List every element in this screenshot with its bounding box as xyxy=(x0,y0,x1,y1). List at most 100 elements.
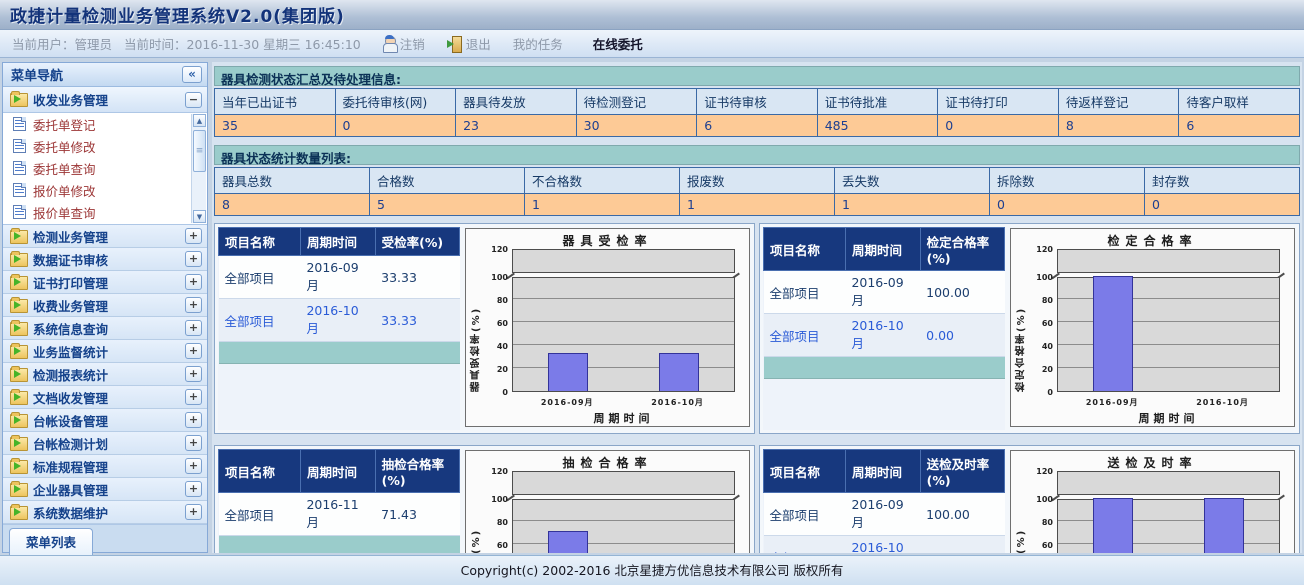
expand-section-button[interactable]: + xyxy=(185,343,202,359)
summary-value-cell: 6 xyxy=(697,115,818,137)
expand-section-button[interactable]: + xyxy=(185,251,202,267)
chart-plot-area xyxy=(1057,499,1280,553)
sidebar: 菜单导航 « 收发业务管理 − 委托单登记委托单修改委托单查询报价单修改报价单查… xyxy=(2,62,208,553)
y-tick-label: 120 xyxy=(1019,467,1053,476)
scrollbar-thumb[interactable] xyxy=(193,130,206,172)
bar-chart: 检定合格率检定合格率(%)周期时间0204060801001202016-09月… xyxy=(1010,228,1295,427)
bar xyxy=(1093,276,1133,391)
folder-icon xyxy=(10,253,27,266)
sidebar-section-collapsed[interactable]: 标准规程管理+ xyxy=(3,455,207,478)
expand-section-button[interactable]: + xyxy=(185,504,202,520)
expand-section-button[interactable]: + xyxy=(185,458,202,474)
sidebar-submenu: 委托单登记委托单修改委托单查询报价单修改报价单查询 ▲ ▼ xyxy=(3,113,207,225)
my-tasks-button[interactable]: 我的任务 xyxy=(513,34,563,53)
sidebar-section-expanded[interactable]: 收发业务管理 − xyxy=(3,87,207,113)
table-row[interactable]: 全部项目2016-09月100.00 xyxy=(764,493,1005,536)
online-entrust-button[interactable]: 在线委托 xyxy=(593,34,643,53)
expand-section-button[interactable]: + xyxy=(185,412,202,428)
sidebar-section-collapsed[interactable]: 系统数据维护+ xyxy=(3,501,207,524)
sidebar-menu-item[interactable]: 委托单修改 xyxy=(3,135,207,157)
chart-x-axis-label: 周期时间 xyxy=(1057,410,1280,426)
expand-section-button[interactable]: + xyxy=(185,274,202,290)
sidebar-section-collapsed[interactable]: 检测报表统计+ xyxy=(3,363,207,386)
expand-section-button[interactable]: + xyxy=(185,481,202,497)
title-bar: 政捷计量检测业务管理系统V2.0(集团版) xyxy=(0,0,1304,30)
sidebar-section-collapsed[interactable]: 台帐设备管理+ xyxy=(3,409,207,432)
summary-column-header: 待返样登记 xyxy=(1058,89,1179,115)
summary-column-header: 证书待审核 xyxy=(697,89,818,115)
submenu-scrollbar[interactable]: ▲ ▼ xyxy=(191,114,206,223)
sidebar-section-collapsed[interactable]: 系统信息查询+ xyxy=(3,317,207,340)
sidebar-section-collapsed[interactable]: 台帐检测计划+ xyxy=(3,432,207,455)
chart-axis-break-band xyxy=(512,249,735,273)
sidebar-menu-item[interactable]: 委托单登记 xyxy=(3,113,207,135)
summary-value-cell: 30 xyxy=(576,115,697,137)
sidebar-menu-item-partial[interactable] xyxy=(3,223,207,225)
summary-value-cell: 8 xyxy=(1058,115,1179,137)
table-row[interactable]: 全部项目2016-10月100.00 xyxy=(764,536,1005,554)
sidebar-menu-item[interactable]: 报价单查询 xyxy=(3,201,207,223)
panel-column-header: 抽检合格率(%) xyxy=(375,450,459,493)
panel-table: 项目名称周期时间受检率(%)全部项目2016-09月33.33全部项目2016-… xyxy=(218,227,460,430)
scroll-down-icon[interactable]: ▼ xyxy=(193,210,206,223)
sidebar-collapse-button[interactable]: « xyxy=(182,66,202,83)
panel-column-header: 检定合格率(%) xyxy=(920,228,1004,271)
y-tick-label: 60 xyxy=(474,541,508,550)
chart-title: 检定合格率 xyxy=(1011,232,1294,249)
document-icon xyxy=(13,161,26,175)
sidebar-section-collapsed[interactable]: 数据证书审核+ xyxy=(3,248,207,271)
app-window: 政捷计量检测业务管理系统V2.0(集团版) 当前用户：管理员 当前时间：2016… xyxy=(0,0,1304,585)
expand-section-button[interactable]: + xyxy=(185,320,202,336)
scroll-up-icon[interactable]: ▲ xyxy=(193,114,206,127)
y-tick-label: 100 xyxy=(474,273,508,282)
summary-column-header: 证书待批准 xyxy=(817,89,938,115)
y-tick-label: 120 xyxy=(474,245,508,254)
exit-button[interactable]: 退出 xyxy=(447,34,491,53)
summary-column-header: 器具待发放 xyxy=(456,89,577,115)
sidebar-section-collapsed[interactable]: 检测业务管理+ xyxy=(3,225,207,248)
x-tick-label: 2016-10月 xyxy=(1166,397,1279,408)
table-row[interactable]: 全部项目2016-10月33.33 xyxy=(219,299,460,342)
copyright-text: Copyright(c) 2002-2016 北京星捷方优信息技术有限公司 版权… xyxy=(461,563,844,578)
folder-icon xyxy=(10,93,27,106)
y-tick-label: 20 xyxy=(474,365,508,374)
y-tick-label: 80 xyxy=(474,518,508,527)
sidebar-section-collapsed[interactable]: 证书打印管理+ xyxy=(3,271,207,294)
sidebar-section-collapsed[interactable]: 业务监督统计+ xyxy=(3,340,207,363)
folder-icon xyxy=(10,230,27,243)
menu-list-tab[interactable]: 菜单列表 xyxy=(9,528,93,555)
sidebar-section-collapsed[interactable]: 企业器具管理+ xyxy=(3,478,207,501)
folder-icon xyxy=(10,437,27,450)
y-tick-label: 0 xyxy=(474,388,508,397)
sidebar-section-collapsed[interactable]: 文档收发管理+ xyxy=(3,386,207,409)
sidebar-header: 菜单导航 « xyxy=(3,63,207,87)
sidebar-menu-item[interactable]: 委托单查询 xyxy=(3,157,207,179)
expand-section-button[interactable]: + xyxy=(185,297,202,313)
expand-section-button[interactable]: + xyxy=(185,389,202,405)
collapse-section-button[interactable]: − xyxy=(185,92,202,108)
expand-section-button[interactable]: + xyxy=(185,366,202,382)
y-tick-label: 60 xyxy=(1019,541,1053,550)
status-summary-table: 当年已出证书委托待审核(网)器具待发放待检测登记证书待审核证书待批准证书待打印待… xyxy=(214,88,1300,137)
table-row-empty xyxy=(219,536,460,554)
sidebar-section-collapsed[interactable]: 收费业务管理+ xyxy=(3,294,207,317)
my-tasks-label: 我的任务 xyxy=(513,34,563,53)
y-tick-label: 40 xyxy=(1019,342,1053,351)
summary-column-header: 丢失数 xyxy=(835,168,990,194)
logout-label: 注销 xyxy=(400,34,425,53)
folder-icon xyxy=(10,391,27,404)
expand-section-button[interactable]: + xyxy=(185,228,202,244)
table-row[interactable]: 全部项目2016-11月71.43 xyxy=(219,493,460,536)
sidebar-menu-item[interactable]: 报价单修改 xyxy=(3,179,207,201)
expand-section-button[interactable]: + xyxy=(185,435,202,451)
table-row[interactable]: 全部项目2016-10月0.00 xyxy=(764,314,1005,357)
logout-button[interactable]: 注销 xyxy=(383,34,425,53)
document-icon xyxy=(13,139,26,153)
summary-value-cell: 0 xyxy=(990,194,1145,216)
table-row-empty xyxy=(764,357,1005,379)
folder-icon xyxy=(10,345,27,358)
y-tick-label: 40 xyxy=(474,342,508,351)
table-row[interactable]: 全部项目2016-09月100.00 xyxy=(764,271,1005,314)
table-row[interactable]: 全部项目2016-09月33.33 xyxy=(219,256,460,299)
panel-column-header: 周期时间 xyxy=(300,228,375,256)
